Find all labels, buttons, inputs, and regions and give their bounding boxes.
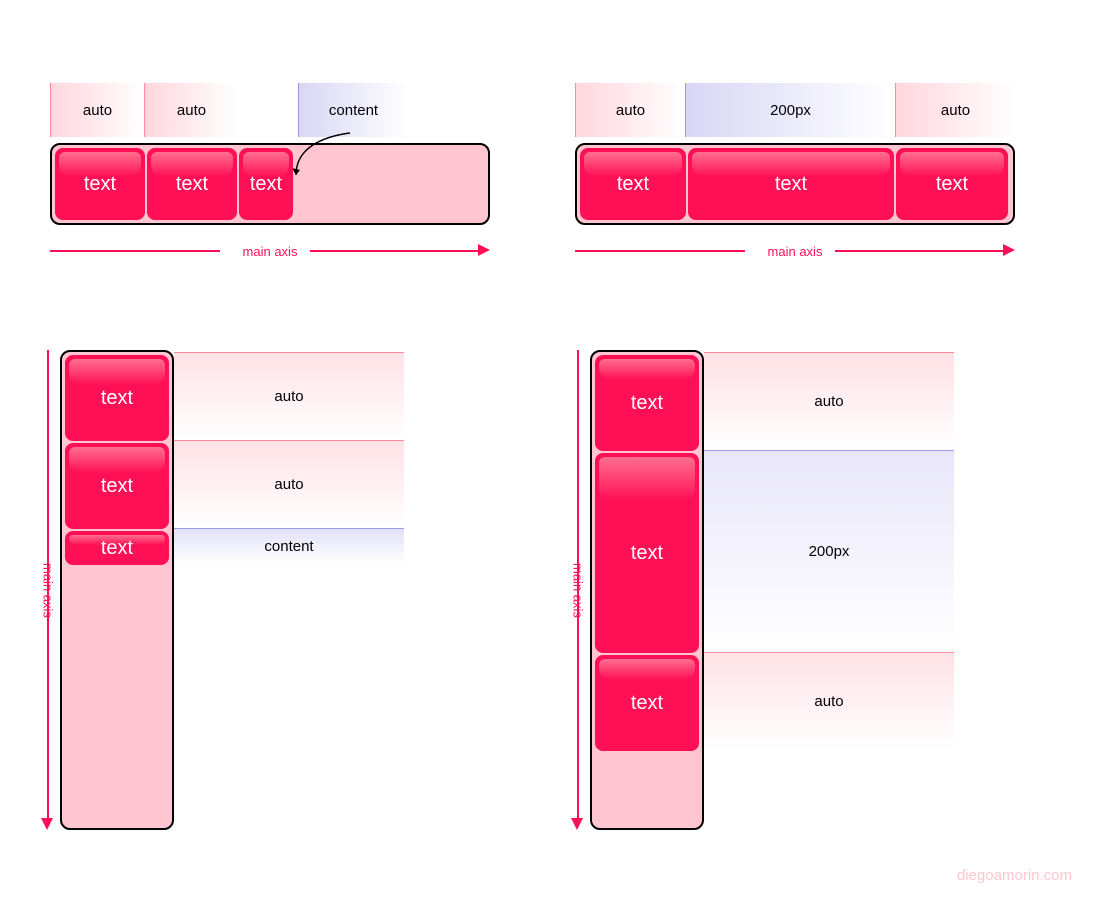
size-labels-row: auto auto content [50,83,490,137]
flex-item-label: text [101,537,133,560]
main-axis-arrow: main axis [575,239,1015,263]
size-labels-row: auto 200px auto [575,83,1015,137]
diagram-row-fixed: auto 200px auto text text text main axis [575,83,1015,263]
arrow-head-icon [1003,244,1015,256]
size-label-auto: auto [575,83,685,137]
size-label-auto: auto [704,652,954,750]
flex-item: text [688,148,894,220]
flex-container: text text text [60,350,174,830]
size-label-auto: auto [895,83,1015,137]
flex-item: text [239,148,293,220]
main-axis-arrow: main axis [566,350,590,830]
arrow-head-icon [478,244,490,256]
axis-label: main axis [571,557,586,624]
flex-item-label: text [936,173,968,196]
flex-item-label: text [176,173,208,196]
size-label-content: content [174,528,404,564]
flex-item: text [65,531,169,565]
size-labels-column: auto 200px auto [704,352,954,830]
axis-label: main axis [768,244,823,259]
flex-item: text [55,148,145,220]
flex-item-label: text [250,173,282,196]
axis-label: main axis [41,557,56,624]
arrow-head-icon [571,818,583,830]
watermark: diegoamorin.com [957,867,1072,884]
diagram-row-auto-content: auto auto content text text text main ax… [50,83,490,263]
size-label-fixed: 200px [704,450,954,652]
flex-item: text [595,655,699,751]
flex-item: text [65,443,169,529]
size-label-auto: auto [174,440,404,528]
flex-item: text [896,148,1008,220]
flex-item-label: text [631,692,663,715]
flex-container: text text text [50,143,490,225]
main-axis-arrow: main axis [50,239,490,263]
flex-item-label: text [775,173,807,196]
flex-item-label: text [631,542,663,565]
main-axis-arrow: main axis [36,350,60,830]
arrow-head-icon [41,818,53,830]
size-label-content: content [298,83,408,137]
flex-item: text [65,355,169,441]
flex-container: text text text [590,350,704,830]
flex-container: text text text [575,143,1015,225]
flex-item: text [595,453,699,653]
flex-item-label: text [84,173,116,196]
flex-item-label: text [101,475,133,498]
flex-item: text [580,148,686,220]
size-label-auto: auto [704,352,954,450]
flex-item: text [147,148,237,220]
size-label-auto: auto [50,83,144,137]
diagram-column-fixed: main axis text text text auto 200px auto [590,350,954,830]
size-label-auto: auto [144,83,238,137]
flex-item-label: text [631,392,663,415]
diagram-column-auto-content: main axis text text text auto auto conte… [60,350,404,830]
flex-item-label: text [617,173,649,196]
axis-label: main axis [243,244,298,259]
size-label-fixed: 200px [685,83,895,137]
flex-item-label: text [101,387,133,410]
size-labels-column: auto auto content [174,352,404,830]
size-label-auto: auto [174,352,404,440]
flex-item: text [595,355,699,451]
